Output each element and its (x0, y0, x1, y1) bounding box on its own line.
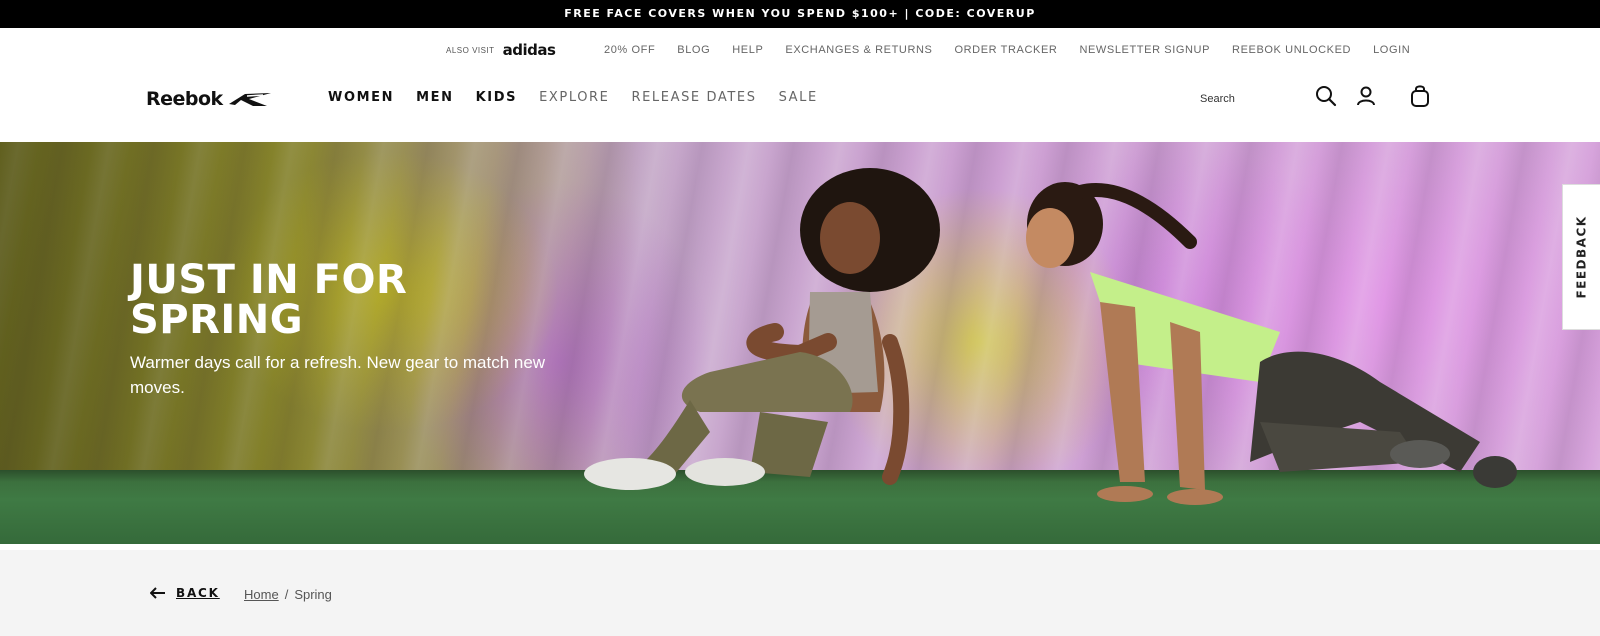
search-icon[interactable] (1312, 82, 1340, 110)
nav-women[interactable]: WOMEN (328, 90, 394, 105)
primary-nav: WOMEN MEN KIDS EXPLORE RELEASE DATES SAL… (328, 90, 818, 105)
breadcrumb-current: Spring (294, 587, 332, 602)
nav-sale[interactable]: SALE (779, 90, 818, 105)
hero-subtitle: Warmer days call for a refresh. New gear… (130, 353, 546, 397)
breadcrumb-home[interactable]: Home (244, 587, 279, 602)
nav-men[interactable]: MEN (416, 90, 454, 105)
utility-links: 20% OFF BLOG HELP EXCHANGES & RETURNS OR… (604, 41, 1410, 59)
seated-athlete (584, 168, 940, 490)
plank-athlete (1026, 182, 1517, 505)
brand-wordmark: Reebok (146, 88, 223, 110)
bag-icon[interactable] (1406, 82, 1434, 110)
account-icon[interactable] (1352, 82, 1380, 110)
hero-title-line-2: SPRING (130, 297, 304, 343)
breadcrumb-separator: / (284, 587, 289, 602)
adidas-logo[interactable]: adidas (503, 41, 556, 59)
utility-nav: ALSO VISIT adidas 20% OFF BLOG HELP EXCH… (0, 28, 1600, 72)
hero-title-line-1: JUST IN FOR (130, 257, 408, 303)
feedback-label: FEEDBACK (1574, 215, 1589, 299)
promo-bar: FREE FACE COVERS WHEN YOU SPEND $100+ | … (0, 0, 1600, 28)
promo-text: FREE FACE COVERS WHEN YOU SPEND $100+ | … (564, 7, 1036, 20)
breadcrumb-bar: BACK Home / Spring (0, 550, 1600, 636)
utility-link-order-tracker[interactable]: ORDER TRACKER (954, 44, 1057, 56)
utility-link-blog[interactable]: BLOG (677, 44, 710, 56)
nav-kids[interactable]: KIDS (476, 90, 517, 105)
nav-release-dates[interactable]: RELEASE DATES (631, 90, 756, 105)
utility-link-reebok-unlocked[interactable]: REEBOK UNLOCKED (1232, 44, 1351, 56)
search-field[interactable] (1200, 86, 1306, 112)
main-nav: Reebok WOMEN MEN KIDS EXPLORE RELEASE DA… (0, 72, 1600, 132)
feedback-tab[interactable]: FEEDBACK (1562, 184, 1600, 330)
back-label: BACK (176, 586, 220, 600)
hero-title: JUST IN FOR SPRING (130, 260, 550, 340)
nav-explore[interactable]: EXPLORE (539, 90, 609, 105)
hero-athletes-image (584, 168, 1517, 505)
back-arrow-icon (150, 587, 165, 599)
also-visit-label: ALSO VISIT (446, 45, 495, 55)
search-input[interactable] (1200, 88, 1300, 110)
hero-banner[interactable]: JUST IN FOR SPRING Warmer days call for … (0, 142, 1600, 544)
utility-link-login[interactable]: LOGIN (1373, 44, 1410, 56)
utility-link-newsletter-signup[interactable]: NEWSLETTER SIGNUP (1079, 44, 1210, 56)
utility-link-discount[interactable]: 20% OFF (604, 44, 655, 56)
back-button[interactable]: BACK (150, 586, 220, 600)
utility-link-exchanges-returns[interactable]: EXCHANGES & RETURNS (785, 44, 932, 56)
breadcrumb: Home / Spring (244, 587, 332, 602)
partner-link[interactable]: ALSO VISIT adidas (446, 41, 556, 59)
reebok-vector-icon (228, 93, 271, 106)
utility-link-help[interactable]: HELP (732, 44, 763, 56)
reebok-logo[interactable]: Reebok (146, 86, 273, 112)
